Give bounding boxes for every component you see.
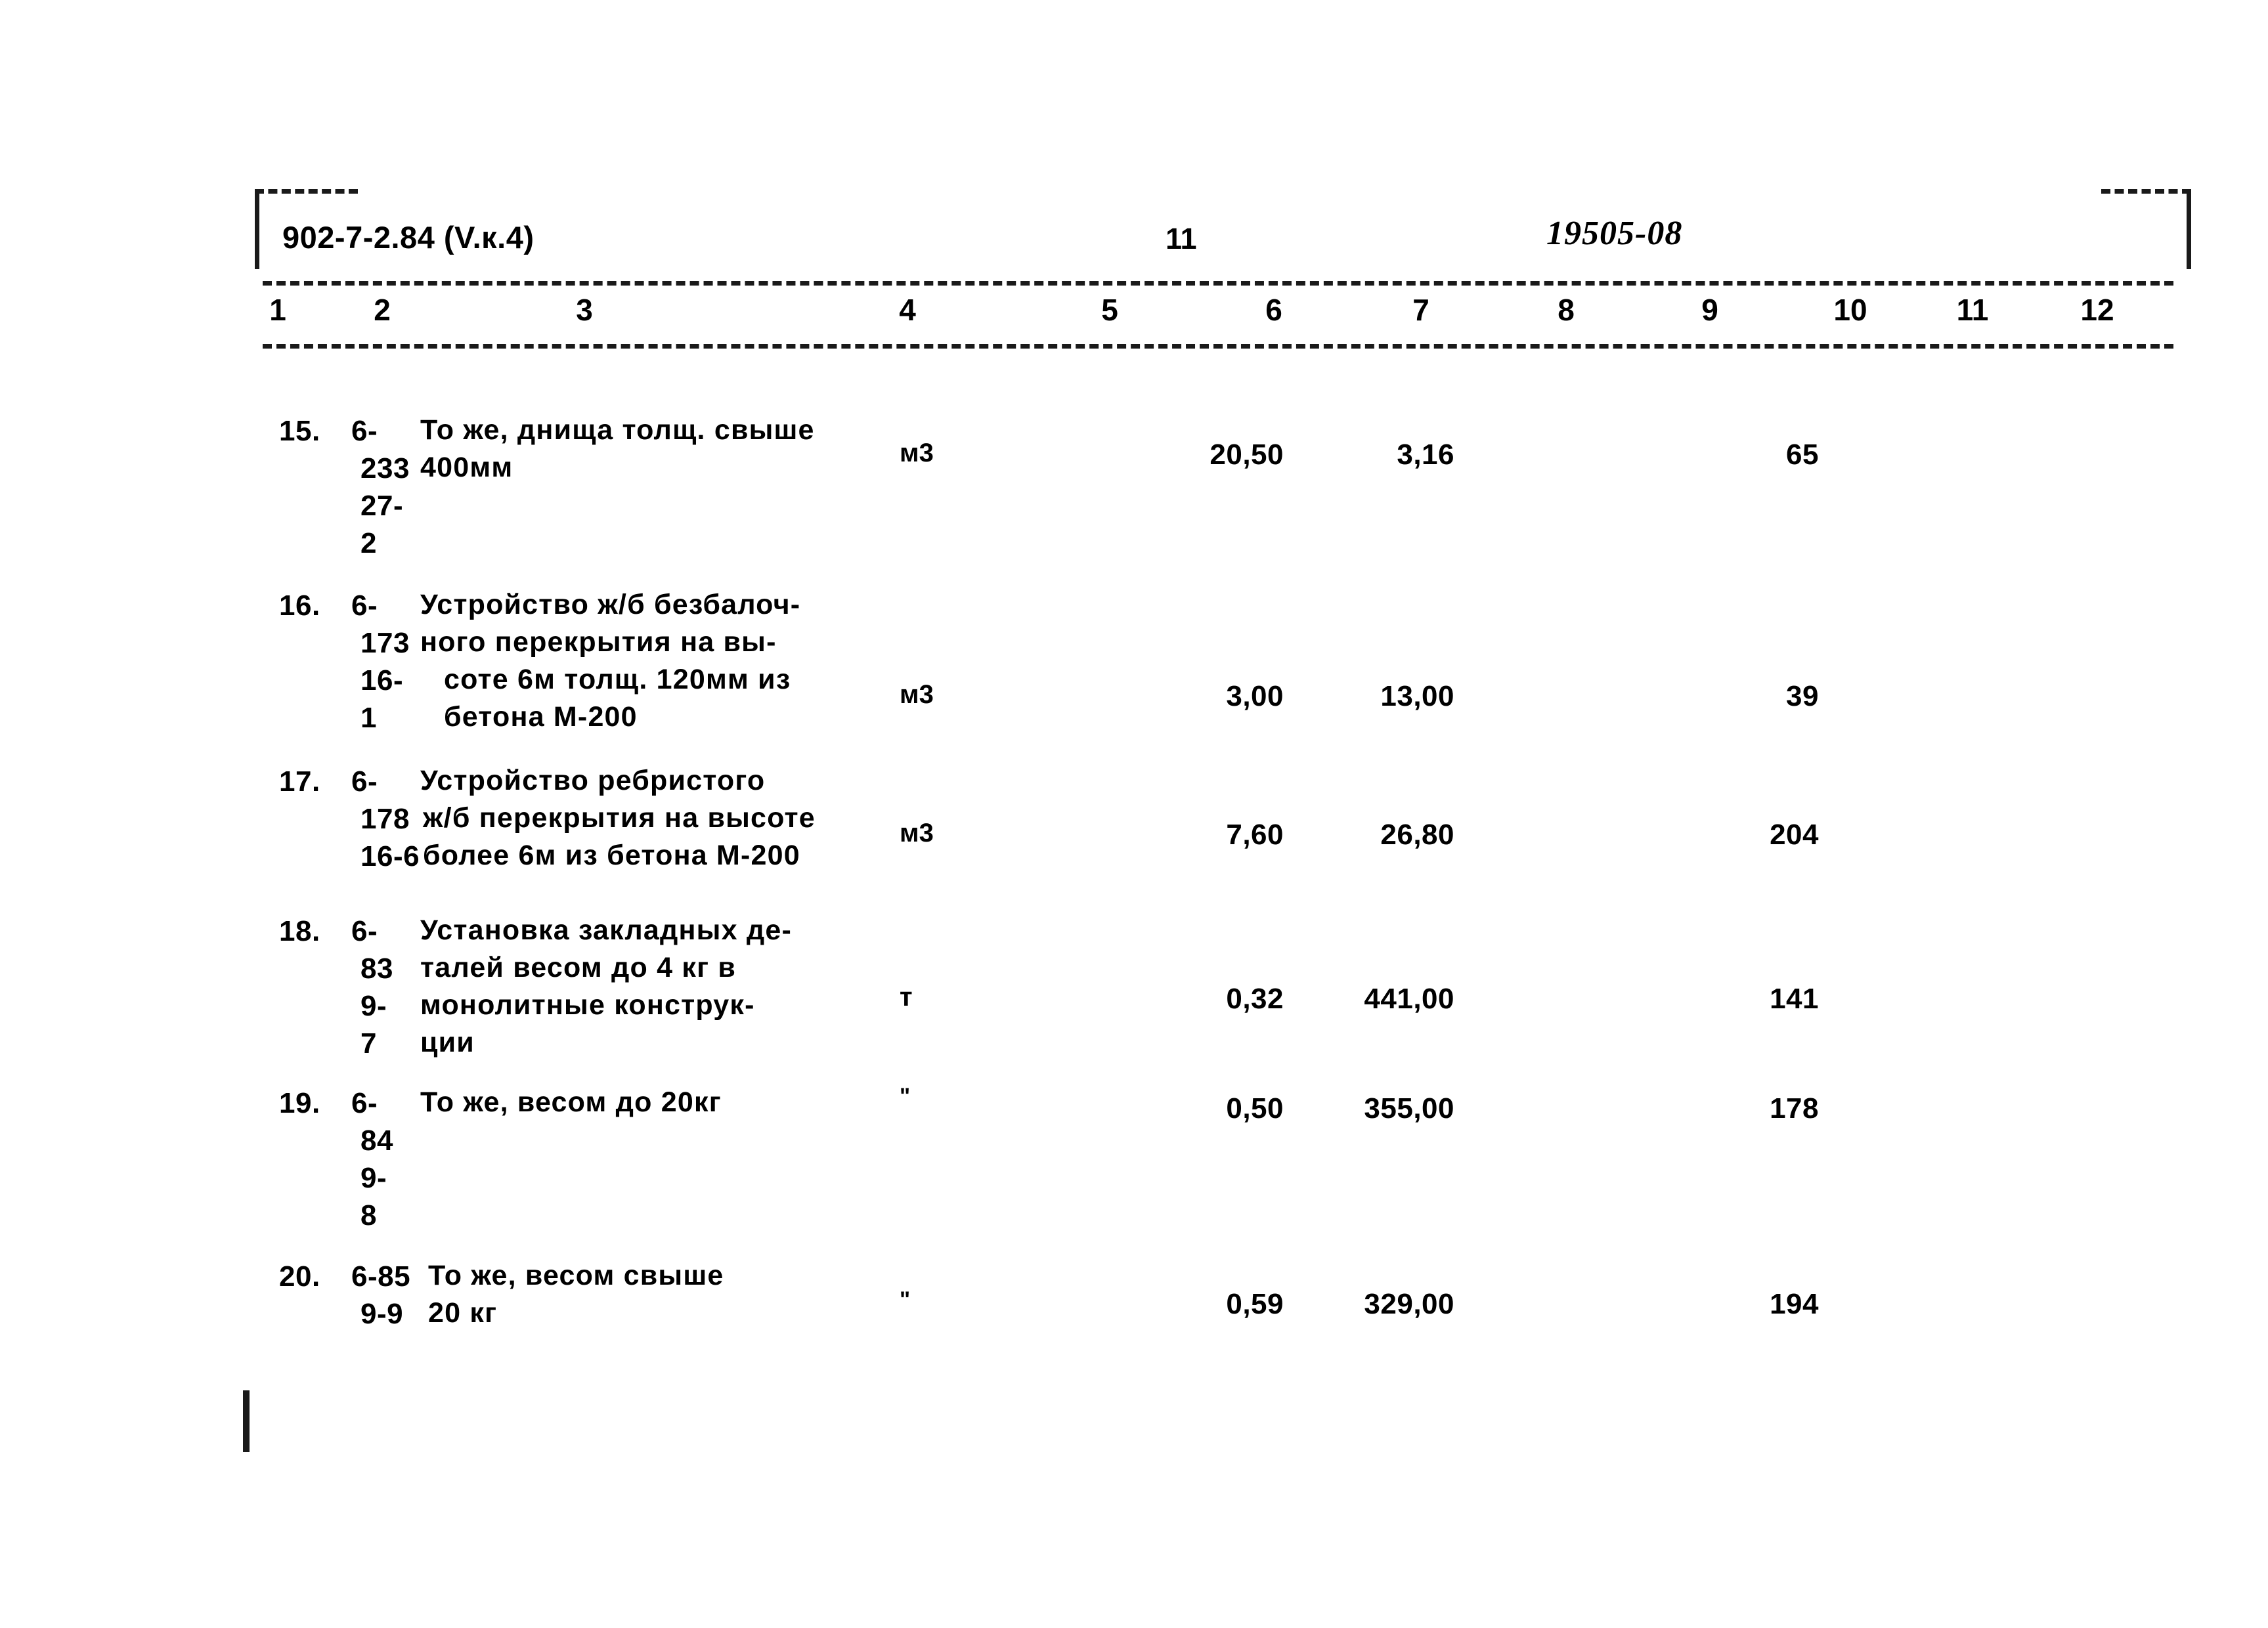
column-number-12: 12	[2080, 293, 2114, 327]
row-col6-value: 355,00	[1364, 1092, 1454, 1125]
column-number-1: 1	[269, 293, 286, 327]
row-col5-value: 0,32	[1226, 983, 1284, 1015]
row-description-line: 20 кг	[428, 1297, 498, 1329]
column-number-4: 4	[899, 293, 916, 327]
row-code-line: 233	[360, 452, 410, 484]
row-code-line: 173	[360, 627, 410, 659]
row-code-line: 83	[360, 953, 393, 985]
row-code-line: 2	[360, 527, 377, 559]
row-unit: "	[900, 1084, 911, 1109]
column-number-5: 5	[1101, 293, 1118, 327]
table-rule-top	[263, 281, 2173, 286]
row-col5-value: 20,50	[1210, 439, 1284, 471]
row-col6-value: 13,00	[1380, 680, 1454, 712]
row-description-line: более 6м из бетона М-200	[423, 840, 800, 871]
row-code-line: 6-	[351, 915, 378, 947]
row-code-line: 6-	[351, 589, 378, 622]
row-index: 19.	[279, 1087, 320, 1119]
row-description-line: ции	[420, 1027, 475, 1058]
row-description-line: То же, днища толщ. свыше	[420, 414, 815, 446]
row-code-line: 16-	[360, 664, 404, 696]
page-number: 11	[1166, 222, 1197, 255]
row-code-line: 178	[360, 803, 410, 835]
row-col5-value: 7,60	[1226, 819, 1284, 851]
column-number-9: 9	[1701, 293, 1718, 327]
document-page: 902-7-2.84 (V.к.4) 11 19505-08 123456789…	[0, 0, 2268, 1628]
row-code-line: 6-	[351, 415, 378, 447]
row-index: 20.	[279, 1260, 320, 1293]
row-code-line: 8	[360, 1199, 377, 1232]
row-description-line: Установка закладных де-	[420, 914, 792, 946]
row-unit: м3	[900, 439, 934, 467]
row-description-line: бетона М-200	[444, 701, 638, 733]
row-code-line: 7	[360, 1027, 377, 1060]
row-code-line: 16-6	[360, 840, 420, 872]
row-description-line: ж/б перекрытия на высоте	[423, 802, 816, 834]
row-code-line: 6-	[351, 1087, 378, 1119]
row-col9-value: 194	[1770, 1288, 1819, 1320]
row-index: 18.	[279, 915, 320, 947]
row-code-line: 6-	[351, 765, 378, 798]
row-code-line: 9-9	[360, 1298, 404, 1330]
row-col9-value: 65	[1786, 439, 1819, 471]
frame-corner-top-right	[2101, 189, 2191, 269]
row-code-line: 9-	[360, 990, 387, 1022]
row-description-line: То же, весом до 20кг	[420, 1086, 722, 1118]
column-number-2: 2	[374, 293, 391, 327]
row-description-line: монолитные конструк-	[420, 989, 755, 1021]
frame-mark-bottom-left	[243, 1390, 250, 1452]
row-code-line: 9-	[360, 1162, 387, 1194]
row-code-line: 6-85	[351, 1260, 411, 1293]
column-number-3: 3	[576, 293, 593, 327]
row-description-line: соте 6м толщ. 120мм из	[444, 664, 791, 695]
column-number-7: 7	[1412, 293, 1429, 327]
row-code-line: 27-	[360, 490, 404, 522]
row-col6-value: 329,00	[1364, 1288, 1454, 1320]
row-code-line: 84	[360, 1125, 393, 1157]
column-number-11: 11	[1956, 293, 1989, 327]
row-col6-value: 26,80	[1380, 819, 1454, 851]
row-code-line: 1	[360, 702, 377, 734]
row-col6-value: 441,00	[1364, 983, 1454, 1015]
row-col9-value: 39	[1786, 680, 1819, 712]
row-index: 17.	[279, 765, 320, 798]
row-col9-value: 141	[1770, 983, 1819, 1015]
row-description-line: 400мм	[420, 452, 513, 483]
table-rule-bottom	[263, 344, 2173, 349]
row-index: 16.	[279, 589, 320, 622]
row-unit: "	[900, 1287, 911, 1312]
row-description-line: Устройство ж/б безбалоч-	[420, 589, 801, 620]
document-code: 902-7-2.84 (V.к.4)	[282, 220, 534, 255]
row-index: 15.	[279, 415, 320, 447]
row-col6-value: 3,16	[1397, 439, 1454, 471]
archive-number: 19505-08	[1546, 215, 1683, 252]
row-col5-value: 0,50	[1226, 1092, 1284, 1125]
row-description-line: То же, весом свыше	[428, 1260, 724, 1291]
row-col9-value: 178	[1770, 1092, 1819, 1125]
row-col9-value: 204	[1770, 819, 1819, 851]
row-unit: м3	[900, 680, 934, 709]
row-col5-value: 3,00	[1226, 680, 1284, 712]
column-number-10: 10	[1833, 293, 1867, 327]
row-description-line: Устройство ребристого	[420, 765, 766, 796]
row-col5-value: 0,59	[1226, 1288, 1284, 1320]
row-unit: т	[900, 983, 913, 1012]
column-number-6: 6	[1265, 293, 1282, 327]
row-description-line: талей весом до 4 кг в	[420, 952, 736, 983]
row-description-line: ного перекрытия на вы-	[420, 626, 777, 658]
row-unit: м3	[900, 819, 934, 847]
column-number-8: 8	[1558, 293, 1575, 327]
